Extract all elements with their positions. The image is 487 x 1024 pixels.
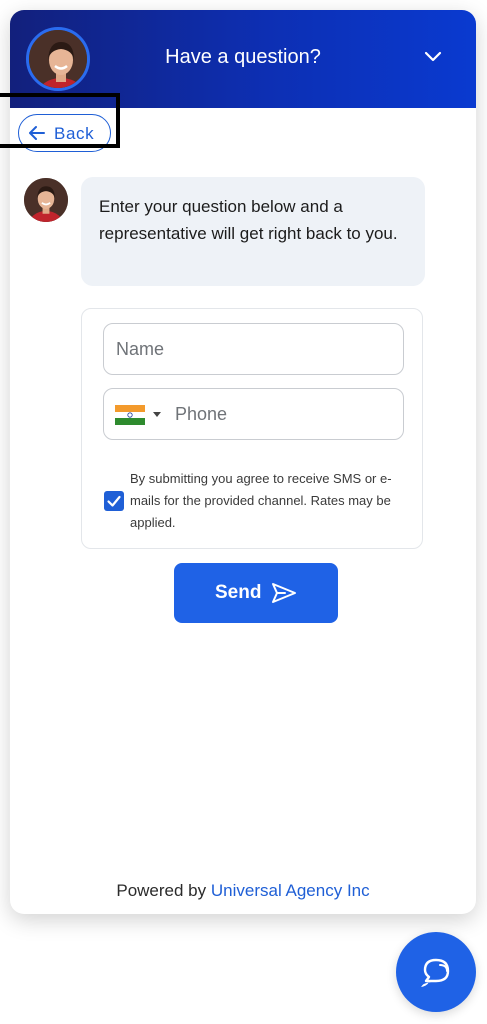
powered-by-label: Powered by bbox=[116, 881, 207, 900]
contact-form: By submitting you agree to receive SMS o… bbox=[81, 308, 423, 549]
consent-text: By submitting you agree to receive SMS o… bbox=[130, 471, 392, 530]
send-button[interactable]: Send bbox=[174, 563, 338, 623]
caret-down-icon bbox=[153, 412, 161, 417]
brand-link[interactable]: Universal Agency Inc bbox=[211, 881, 370, 900]
chevron-down-icon[interactable] bbox=[424, 51, 442, 63]
name-input[interactable] bbox=[116, 338, 386, 360]
india-flag-icon bbox=[115, 405, 145, 425]
message-bubble: Enter your question below and a represen… bbox=[81, 177, 425, 286]
send-label: Send bbox=[215, 582, 262, 603]
powered-by: Powered by Universal Agency Inc bbox=[10, 881, 476, 901]
country-select[interactable] bbox=[115, 403, 165, 425]
check-icon bbox=[107, 495, 121, 507]
phone-input[interactable] bbox=[175, 403, 385, 425]
back-highlight-box bbox=[0, 93, 120, 148]
phone-field[interactable] bbox=[103, 388, 404, 440]
send-icon bbox=[272, 583, 296, 603]
consent-checkbox[interactable] bbox=[104, 491, 124, 511]
message-text: Enter your question below and a represen… bbox=[99, 197, 398, 243]
chat-bubbles-icon bbox=[421, 958, 450, 987]
chat-launcher-button[interactable] bbox=[396, 932, 476, 1012]
header-title: Have a question? bbox=[165, 46, 321, 68]
name-field[interactable] bbox=[103, 323, 404, 375]
message-avatar bbox=[24, 178, 68, 222]
